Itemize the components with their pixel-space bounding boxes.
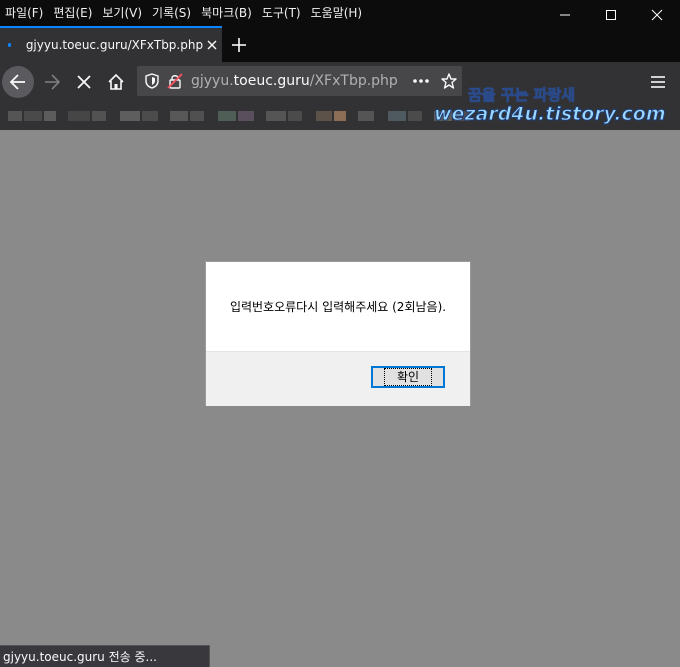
url-text[interactable]: gjyyu.toeuc.guru/XFxTbp.php (191, 73, 398, 89)
ok-button-label: 확인 (383, 368, 433, 386)
alert-dialog: 입력번호오류다시 입력해주세요 (2회남음). 확인 (205, 261, 471, 406)
menu-edit[interactable]: 편집(E) (48, 0, 97, 26)
arrow-right-icon (45, 74, 61, 90)
new-tab-button[interactable] (222, 28, 256, 62)
loading-dot-icon (8, 43, 11, 47)
status-bar: gjyyu.toeuc.guru 전송 중... (0, 645, 210, 667)
menu-bookmarks[interactable]: 북마크(B) (196, 0, 257, 26)
home-icon (108, 73, 124, 90)
menu-view[interactable]: 보기(V) (97, 0, 147, 26)
maximize-icon (606, 10, 616, 20)
home-button[interactable] (100, 66, 132, 98)
tab-strip: gjyyu.toeuc.guru/XFxTbp.php (0, 26, 680, 62)
plus-icon (232, 38, 246, 52)
stop-x-icon (77, 75, 91, 89)
url-host: toeuc.guru (233, 73, 310, 89)
dialog-footer: 확인 (206, 351, 470, 406)
bookmarks-blur (8, 111, 472, 121)
back-button[interactable] (2, 66, 34, 98)
stop-button[interactable] (68, 66, 100, 98)
status-text: gjyyu.toeuc.guru 전송 중... (3, 650, 157, 664)
watermark: 꿈을 꾸는 파랑새 wezard4u.tistory.com (430, 86, 670, 126)
more-dots-icon (413, 79, 429, 83)
close-icon (651, 9, 663, 21)
url-path: /XFxTbp.php (309, 73, 398, 89)
url-bar[interactable]: gjyyu.toeuc.guru/XFxTbp.php (137, 66, 462, 96)
watermark-line2: wezard4u.tistory.com (434, 103, 666, 125)
dialog-message: 입력번호오류다시 입력해주세요 (2회남음). (206, 262, 470, 351)
menu-history[interactable]: 기록(S) (147, 0, 196, 26)
page-actions-button[interactable] (406, 79, 436, 83)
forward-button[interactable] (36, 66, 68, 98)
insecure-lock-icon[interactable] (167, 73, 183, 89)
tab-close-button[interactable] (203, 33, 220, 57)
menu-file[interactable]: 파일(F) (0, 0, 48, 26)
menu-tools[interactable]: 도구(T) (257, 0, 306, 26)
arrow-left-icon (9, 74, 25, 90)
ok-button[interactable]: 확인 (371, 366, 445, 388)
watermark-line1: 꿈을 꾸는 파랑새 (468, 86, 575, 104)
tab-title: gjyyu.toeuc.guru/XFxTbp.php (25, 38, 204, 52)
menu-bar: 파일(F) 편집(E) 보기(V) 기록(S) 북마크(B) 도구(T) 도움말… (0, 0, 680, 26)
shield-icon[interactable] (145, 73, 159, 89)
close-icon (207, 40, 217, 50)
tab-active[interactable]: gjyyu.toeuc.guru/XFxTbp.php (0, 26, 222, 62)
url-prefix: gjyyu. (191, 73, 234, 89)
minimize-icon (560, 14, 570, 16)
menu-help[interactable]: 도움말(H) (306, 0, 368, 26)
